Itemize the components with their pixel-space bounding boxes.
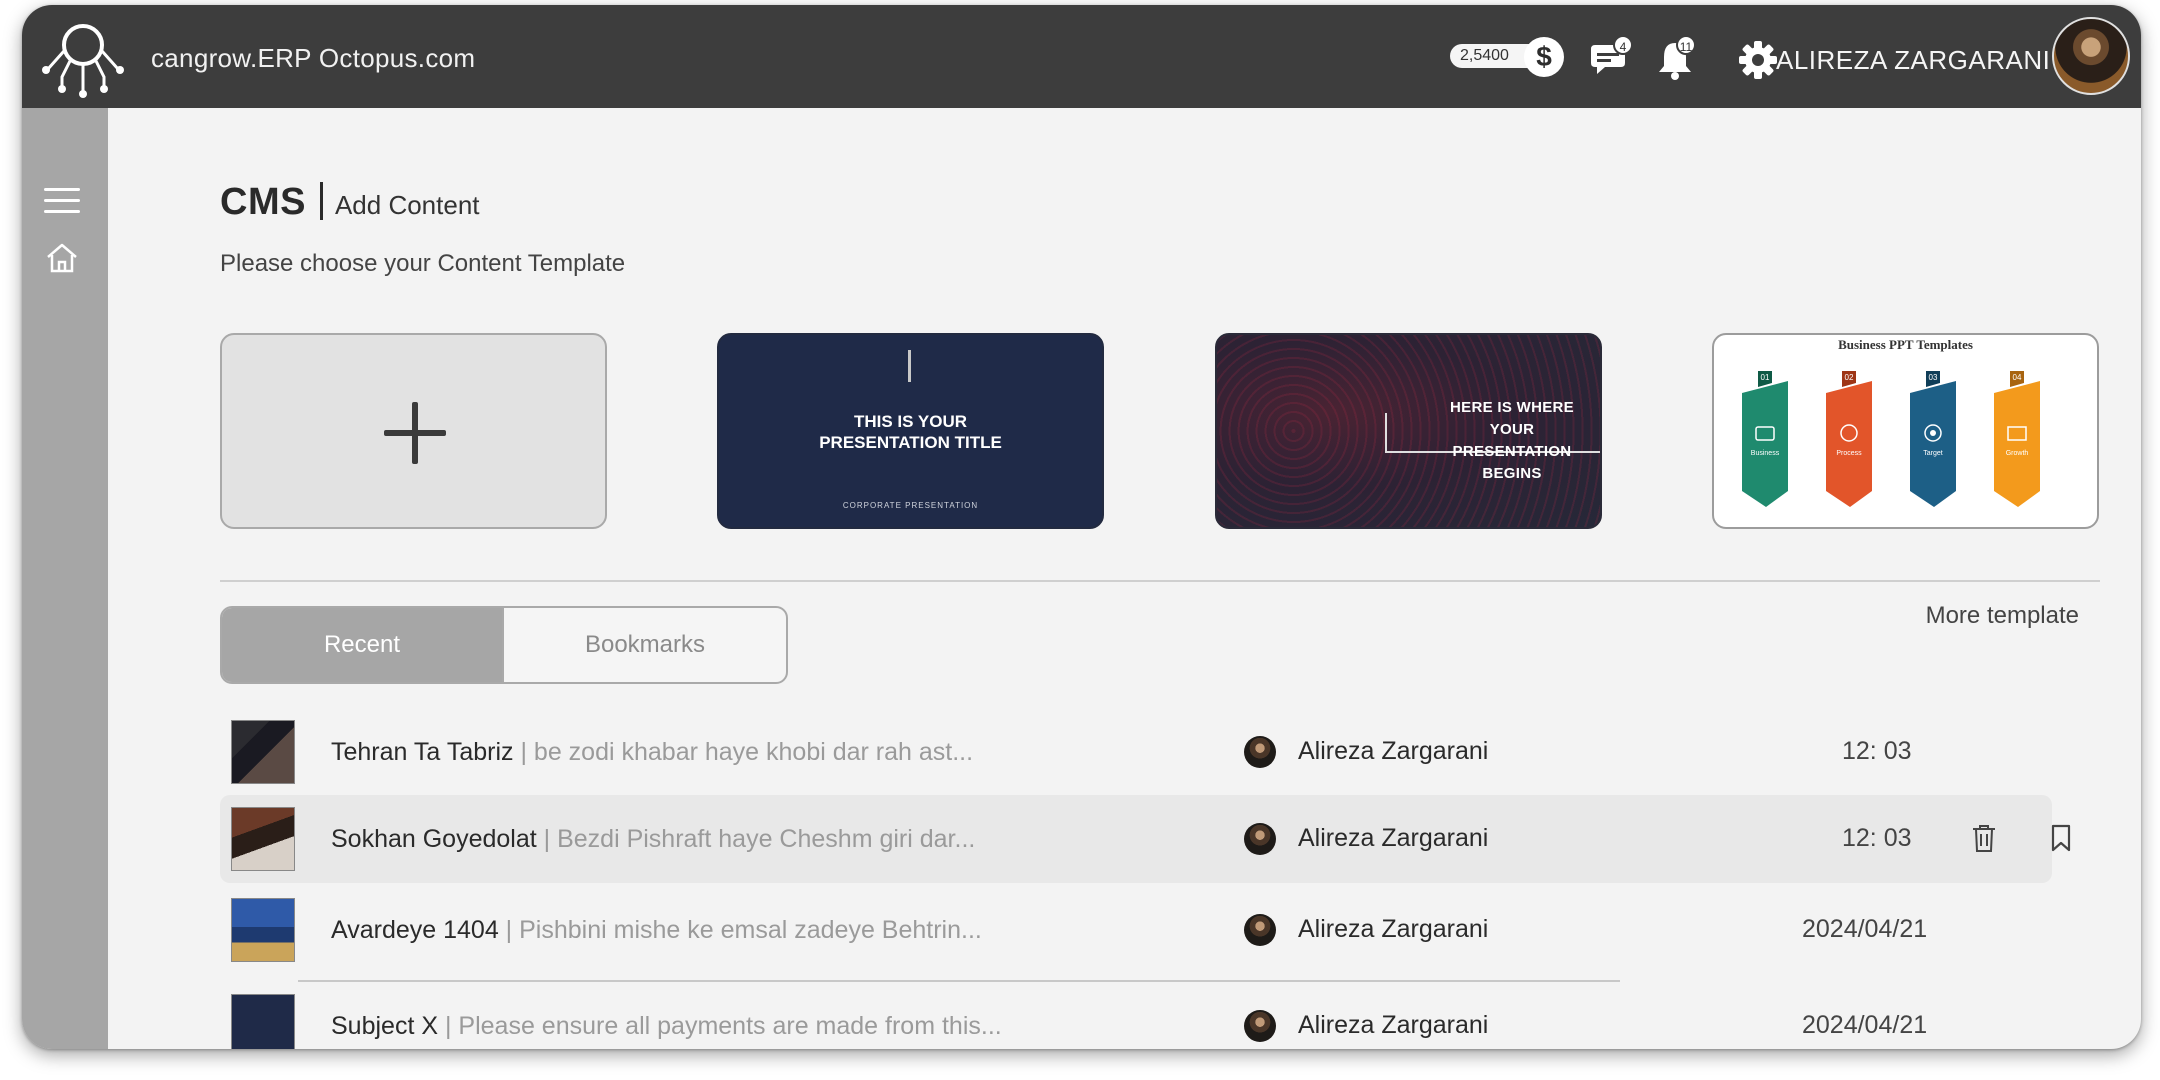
step-3-number: 03: [1929, 373, 1938, 382]
template-1-line1: THIS IS YOUR: [853, 412, 968, 431]
title-separator: [319, 182, 323, 220]
step-2: 02 Process: [1826, 371, 1872, 507]
row-time: 12: 03: [1842, 737, 1912, 765]
user-name[interactable]: ALIREZA ZARGARANI: [1776, 45, 2050, 76]
row-title: Subject X | Please ensure all payments a…: [331, 1012, 1002, 1041]
row-description: | Please ensure all payments are made fr…: [438, 1012, 1002, 1040]
main-content: CMS Add Content Please choose your Conten…: [108, 108, 2141, 1049]
row-thumbnail: [231, 898, 295, 962]
row-divider: [298, 980, 1620, 982]
template-2-line2: PRESENTATION BEGINS: [1452, 443, 1572, 482]
row-description: | Bezdi Pishraft haye Cheshm giri dar...: [536, 825, 976, 853]
row-title-text: Tehran Ta Tabriz: [331, 738, 514, 766]
sidebar: [22, 108, 108, 1049]
step-4: 04 Growth: [1994, 371, 2040, 507]
row-thumbnail: [231, 807, 295, 871]
messages-count-badge: 4: [1613, 35, 1633, 55]
more-template-link[interactable]: More template: [1926, 602, 2079, 630]
table-row[interactable]: Tehran Ta Tabriz | be zodi khabar haye k…: [220, 708, 2052, 796]
author-avatar: [1244, 1010, 1276, 1042]
tab-bookmarks[interactable]: Bookmarks: [502, 608, 786, 682]
site-title[interactable]: cangrow.ERP Octopus.com: [151, 43, 475, 74]
step-4-number: 04: [2013, 373, 2022, 382]
row-author: Alireza Zargarani: [1298, 824, 1489, 852]
page-heading: CMS Add Content: [220, 181, 480, 224]
notifications-count-badge: 11: [1676, 35, 1696, 55]
row-author: Alireza Zargarani: [1298, 915, 1489, 943]
step-1: 01 Business: [1742, 371, 1788, 507]
table-row[interactable]: Subject X | Please ensure all payments a…: [220, 982, 2052, 1049]
table-row[interactable]: Avardeye 1404 | Pishbini mishe ke emsal …: [220, 886, 2052, 974]
page-section: Add Content: [334, 190, 480, 220]
table-row[interactable]: Sokhan Goyedolat | Bezdi Pishraft haye C…: [220, 795, 2071, 883]
section-divider: [220, 580, 2100, 582]
top-bar: cangrow.ERP Octopus.com 2,5400 $ 4 11 AL…: [22, 5, 2141, 108]
step-1-label: Business: [1751, 450, 1780, 457]
page-title: CMS: [220, 181, 306, 223]
template-2-line: [1385, 413, 1387, 453]
add-template-card[interactable]: [220, 333, 607, 529]
octopus-logo-icon[interactable]: [40, 15, 126, 101]
notifications-button[interactable]: 11: [1656, 35, 1696, 86]
row-description: | be zodi khabar haye khobi dar rah ast.…: [513, 738, 974, 766]
bookmark-icon[interactable]: [2050, 824, 2072, 852]
step-4-label: Growth: [2006, 450, 2029, 457]
app-window: cangrow.ERP Octopus.com 2,5400 $ 4 11 AL…: [22, 5, 2141, 1049]
row-title: Sokhan Goyedolat | Bezdi Pishraft haye C…: [331, 825, 975, 854]
template-card-1[interactable]: THIS IS YOUR PRESENTATION TITLE CORPORAT…: [717, 333, 1104, 529]
step-2-label: Process: [1836, 450, 1862, 457]
row-time: 12: 03: [1842, 824, 1912, 852]
trash-icon[interactable]: [1971, 823, 1997, 853]
row-description: | Pishbini mishe ke emsal zadeye Behtrin…: [498, 916, 982, 944]
user-avatar[interactable]: [2052, 17, 2130, 95]
gear-icon[interactable]: [1738, 40, 1778, 80]
step-3-label: Target: [1923, 450, 1943, 457]
row-author: Alireza Zargarani: [1298, 737, 1489, 765]
template-1-title: THIS IS YOUR PRESENTATION TITLE: [719, 411, 1102, 453]
row-thumbnail: [231, 994, 295, 1049]
step-1-number: 01: [1761, 373, 1770, 382]
row-title: Tehran Ta Tabriz | be zodi khabar haye k…: [331, 738, 973, 767]
page-subtitle: Please choose your Content Template: [220, 250, 626, 277]
accent-bar: [908, 350, 911, 382]
template-1-line2: PRESENTATION TITLE: [819, 433, 1002, 452]
content-tabs: Recent Bookmarks: [220, 606, 788, 684]
template-card-2[interactable]: HERE IS WHERE YOUR PRESENTATION BEGINS: [1215, 333, 1602, 529]
home-icon[interactable]: [44, 241, 80, 275]
row-time: 2024/04/21: [1802, 915, 1928, 943]
row-title-text: Subject X: [331, 1012, 439, 1040]
author-avatar: [1244, 823, 1276, 855]
row-thumbnail: [231, 720, 295, 784]
business-steps-graphic: 01 Business 02 Process 03 Target 04 Grow…: [1742, 371, 2040, 507]
row-time: 2024/04/21: [1802, 1011, 1928, 1039]
template-1-footer: CORPORATE PRESENTATION: [842, 501, 979, 510]
author-avatar: [1244, 914, 1276, 946]
hamburger-menu-icon[interactable]: [44, 188, 80, 216]
dollar-icon[interactable]: $: [1524, 37, 1564, 77]
template-3-title: Business PPT Templates: [1838, 337, 1973, 352]
template-2-title: HERE IS WHERE YOUR PRESENTATION BEGINS: [1427, 397, 1597, 485]
template-2-line1: HERE IS WHERE YOUR: [1450, 399, 1574, 438]
plus-icon-vertical: [412, 402, 418, 464]
author-avatar: [1244, 736, 1276, 768]
messages-button[interactable]: 4: [1591, 35, 1633, 82]
template-card-3[interactable]: Business PPT Templates 01 Business 02 Pr…: [1712, 333, 2099, 529]
row-title: Avardeye 1404 | Pishbini mishe ke emsal …: [331, 916, 982, 945]
step-2-number: 02: [1845, 373, 1854, 382]
tab-recent[interactable]: Recent: [222, 608, 502, 682]
row-title-text: Sokhan Goyedolat: [331, 825, 537, 853]
row-title-text: Avardeye 1404: [331, 916, 499, 944]
row-author: Alireza Zargarani: [1298, 1011, 1489, 1039]
step-3: 03 Target: [1910, 371, 1956, 507]
